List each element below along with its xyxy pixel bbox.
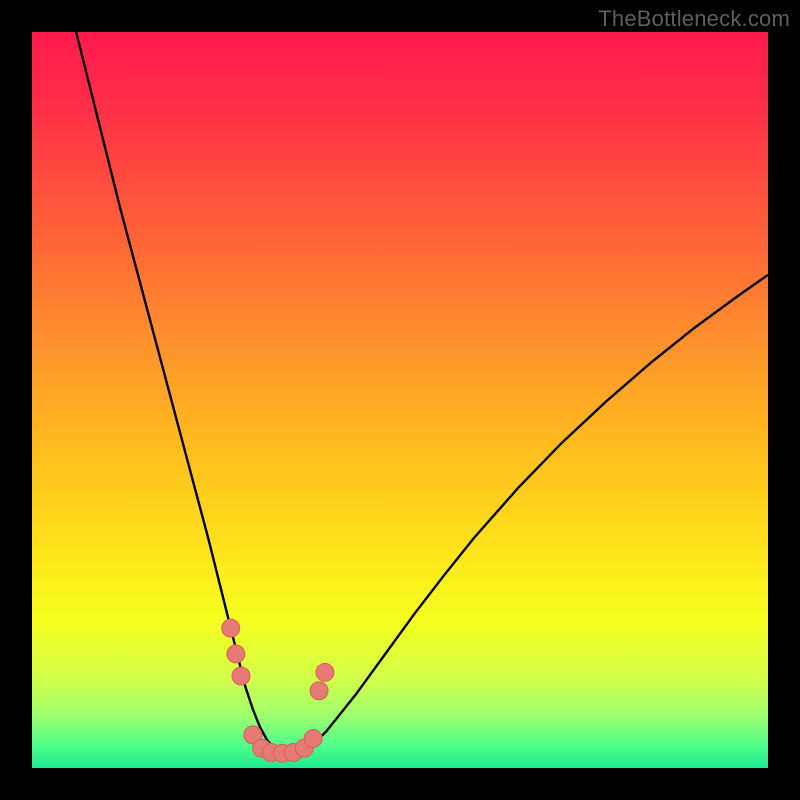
data-marker (222, 619, 240, 637)
bottleneck-chart (32, 32, 768, 768)
gradient-background (32, 32, 768, 768)
data-marker (310, 682, 328, 700)
data-marker (232, 667, 250, 685)
chart-frame (32, 32, 768, 768)
attribution-text: TheBottleneck.com (598, 6, 790, 32)
data-marker (227, 645, 245, 663)
data-marker (304, 730, 322, 748)
data-marker (316, 663, 334, 681)
